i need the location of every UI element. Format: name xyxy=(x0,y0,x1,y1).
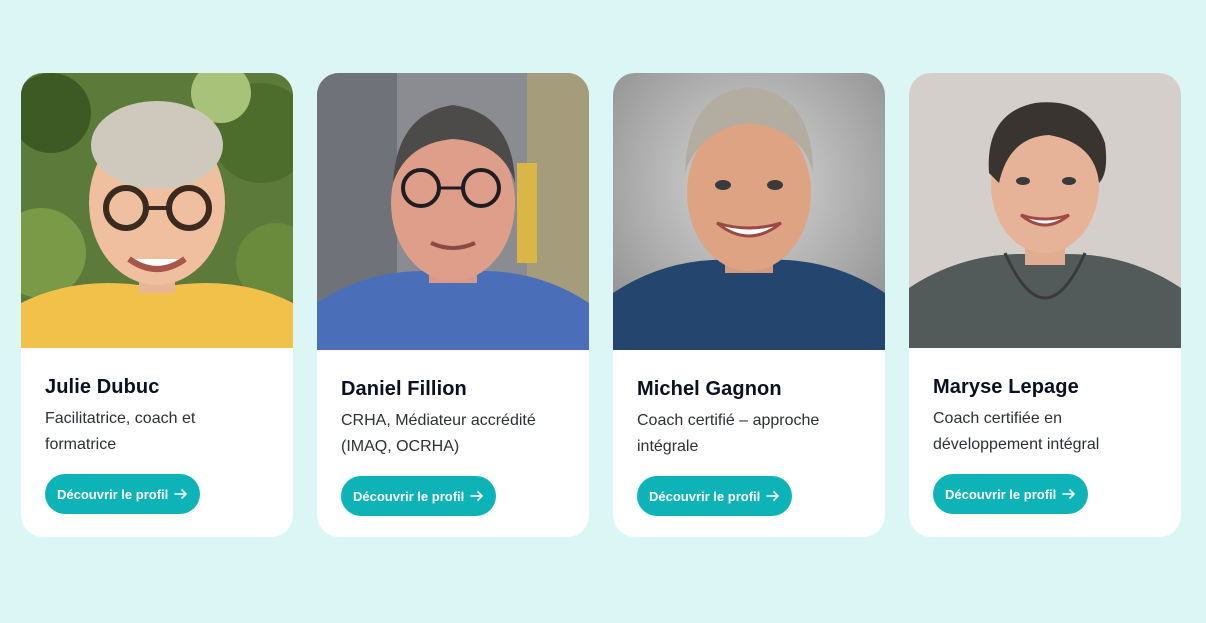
profile-name: Michel Gagnon xyxy=(637,378,782,400)
profile-name: Daniel Fillion xyxy=(341,378,467,400)
profile-photo xyxy=(613,73,885,350)
discover-profile-button[interactable]: Découvrir le profil xyxy=(933,474,1089,514)
discover-profile-button[interactable]: Découvrir le profil xyxy=(637,476,793,516)
profiles-grid: Julie Dubuc Facilitatrice, coach et form… xyxy=(21,73,1181,537)
profile-role: Coach certifiée en développement intégra… xyxy=(933,410,1100,453)
profile-card-daniel-fillion: Daniel Fillion CRHA, Médiateur accrédité… xyxy=(317,73,589,537)
profile-role: Facilitatrice, coach et formatrice xyxy=(45,410,196,453)
profile-name: Julie Dubuc xyxy=(45,376,160,398)
profile-card-michel-gagnon: Michel Gagnon Coach certifié – approche … xyxy=(613,73,885,537)
profile-card-maryse-lepage: Maryse Lepage Coach certifiée en dévelop… xyxy=(909,73,1181,537)
discover-profile-button[interactable]: Découvrir le profil xyxy=(45,474,201,514)
profile-role: CRHA, Médiateur accrédité (IMAQ, OCRHA) xyxy=(341,412,536,455)
profile-role: Coach certifié – approche intégrale xyxy=(637,412,820,455)
profile-photo xyxy=(317,73,589,350)
discover-profile-button[interactable]: Découvrir le profil xyxy=(341,476,497,516)
button-label: Découvrir le profil xyxy=(945,486,1057,502)
profile-photo xyxy=(909,73,1181,348)
button-label: Découvrir le profil xyxy=(649,488,761,504)
button-label: Découvrir le profil xyxy=(353,488,465,504)
profile-card-julie-dubuc: Julie Dubuc Facilitatrice, coach et form… xyxy=(21,73,293,537)
arrow-right-icon xyxy=(470,491,484,501)
arrow-right-icon xyxy=(174,489,188,499)
arrow-right-icon xyxy=(766,491,780,501)
profile-name: Maryse Lepage xyxy=(933,376,1079,398)
button-label: Découvrir le profil xyxy=(57,486,169,502)
profile-photo xyxy=(21,73,293,348)
arrow-right-icon xyxy=(1062,489,1076,499)
